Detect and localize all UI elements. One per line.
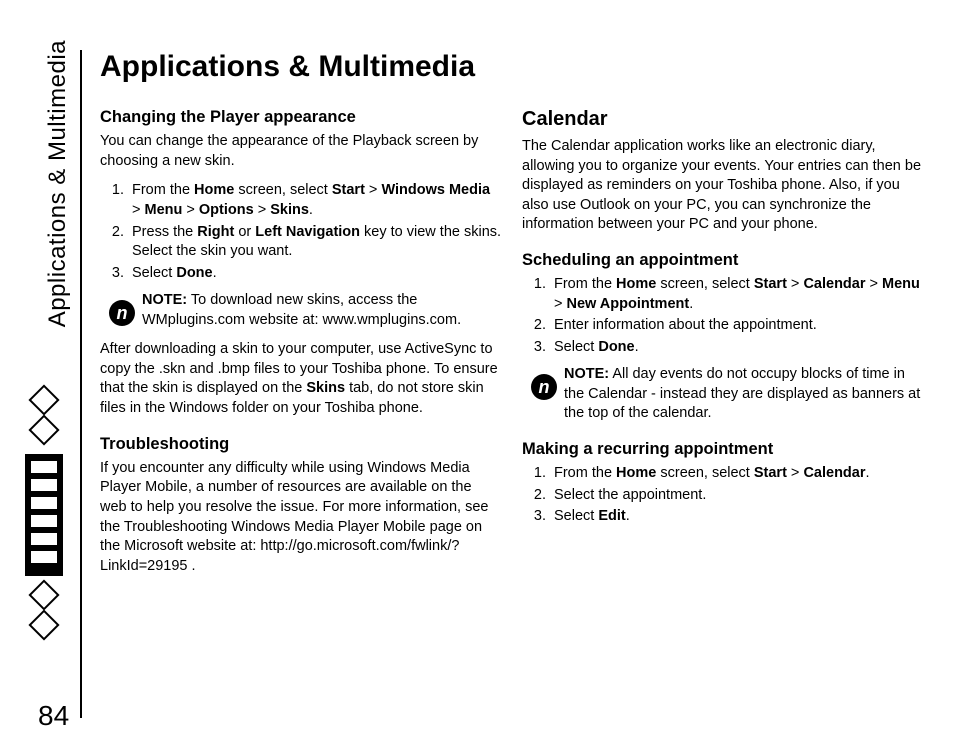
list-item: From the Home screen, select Start > Win… bbox=[128, 181, 502, 220]
bold: Start bbox=[754, 276, 787, 292]
paragraph: The Calendar application works like an e… bbox=[522, 137, 924, 235]
bold: Left Navigation bbox=[255, 224, 360, 240]
page-content: Applications & Multimedia Changing the P… bbox=[80, 50, 924, 718]
paragraph: After downloading a skin to your compute… bbox=[100, 340, 502, 418]
bold: Home bbox=[616, 276, 656, 292]
list-item: From the Home screen, select Start > Cal… bbox=[550, 464, 924, 484]
text: From the bbox=[554, 276, 616, 292]
page-number: 84 bbox=[38, 700, 69, 732]
note-icon: n bbox=[108, 299, 136, 327]
list-item: Select Done. bbox=[128, 264, 502, 284]
bold: Calendar bbox=[803, 465, 865, 481]
bold: Done bbox=[598, 339, 634, 355]
text: > bbox=[787, 465, 804, 481]
list-item: From the Home screen, select Start > Cal… bbox=[550, 275, 924, 314]
list-item: Select Done. bbox=[550, 338, 924, 358]
margin-decoration bbox=[20, 380, 68, 650]
note-block: n NOTE: To download new skins, access th… bbox=[108, 291, 502, 330]
bold: NOTE: bbox=[564, 366, 609, 382]
bold: Calendar bbox=[803, 276, 865, 292]
text: . bbox=[213, 265, 217, 281]
text: > bbox=[866, 276, 883, 292]
text: > bbox=[132, 202, 145, 218]
note-text: NOTE: All day events do not occupy block… bbox=[564, 365, 924, 424]
bold: New Appointment bbox=[567, 296, 690, 312]
list-item: Press the Right or Left Navigation key t… bbox=[128, 223, 502, 262]
sidebar-section-title: Applications & Multimedia bbox=[44, 40, 72, 327]
svg-text:n: n bbox=[117, 303, 128, 323]
text: > bbox=[254, 202, 271, 218]
bold: Menu bbox=[882, 276, 920, 292]
text: > bbox=[365, 182, 382, 198]
bold: Windows Media bbox=[381, 182, 490, 198]
text: From the bbox=[554, 465, 616, 481]
paragraph: If you encounter any difficulty while us… bbox=[100, 459, 502, 576]
bold: Options bbox=[199, 202, 254, 218]
text: All day events do not occupy blocks of t… bbox=[564, 366, 920, 421]
right-column: Calendar The Calendar application works … bbox=[522, 106, 924, 586]
list-item: Enter information about the appointment. bbox=[550, 316, 924, 336]
bold: Home bbox=[194, 182, 234, 198]
text: > bbox=[182, 202, 199, 218]
text: From the bbox=[132, 182, 194, 198]
text: Select bbox=[132, 265, 176, 281]
text: Select bbox=[554, 339, 598, 355]
steps-scheduling: From the Home screen, select Start > Cal… bbox=[522, 275, 924, 357]
bold: Skins bbox=[306, 380, 345, 396]
bold: NOTE: bbox=[142, 292, 187, 308]
bold: Skins bbox=[270, 202, 309, 218]
heading-calendar: Calendar bbox=[522, 106, 924, 133]
heading-changing-appearance: Changing the Player appearance bbox=[100, 106, 502, 128]
svg-text:n: n bbox=[539, 377, 550, 397]
bold: Edit bbox=[598, 508, 625, 524]
text: > bbox=[554, 296, 567, 312]
bold: Right bbox=[197, 224, 234, 240]
list-item: Select the appointment. bbox=[550, 486, 924, 506]
text: To download new skins, access the WMplug… bbox=[142, 292, 461, 328]
steps-recurring: From the Home screen, select Start > Cal… bbox=[522, 464, 924, 527]
text: Press the bbox=[132, 224, 197, 240]
list-item: Select Edit. bbox=[550, 507, 924, 527]
heading-troubleshooting: Troubleshooting bbox=[100, 433, 502, 455]
text: . bbox=[635, 339, 639, 355]
text: screen, select bbox=[656, 276, 754, 292]
bold: Home bbox=[616, 465, 656, 481]
bold: Start bbox=[754, 465, 787, 481]
text: . bbox=[689, 296, 693, 312]
paragraph: You can change the appearance of the Pla… bbox=[100, 132, 502, 171]
text: or bbox=[234, 224, 255, 240]
note-block: n NOTE: All day events do not occupy blo… bbox=[530, 365, 924, 424]
note-text: NOTE: To download new skins, access the … bbox=[142, 291, 502, 330]
bold: Menu bbox=[145, 202, 183, 218]
steps-changing: From the Home screen, select Start > Win… bbox=[100, 181, 502, 283]
heading-scheduling: Scheduling an appointment bbox=[522, 249, 924, 271]
left-column: Changing the Player appearance You can c… bbox=[100, 106, 502, 586]
heading-recurring: Making a recurring appointment bbox=[522, 438, 924, 460]
text: screen, select bbox=[234, 182, 332, 198]
page-title: Applications & Multimedia bbox=[100, 50, 924, 84]
text: screen, select bbox=[656, 465, 754, 481]
text: Select bbox=[554, 508, 598, 524]
text: . bbox=[866, 465, 870, 481]
text: > bbox=[787, 276, 804, 292]
bold: Done bbox=[176, 265, 212, 281]
text: . bbox=[626, 508, 630, 524]
text: . bbox=[309, 202, 313, 218]
note-icon: n bbox=[530, 373, 558, 401]
columns: Changing the Player appearance You can c… bbox=[100, 106, 924, 586]
bold: Start bbox=[332, 182, 365, 198]
